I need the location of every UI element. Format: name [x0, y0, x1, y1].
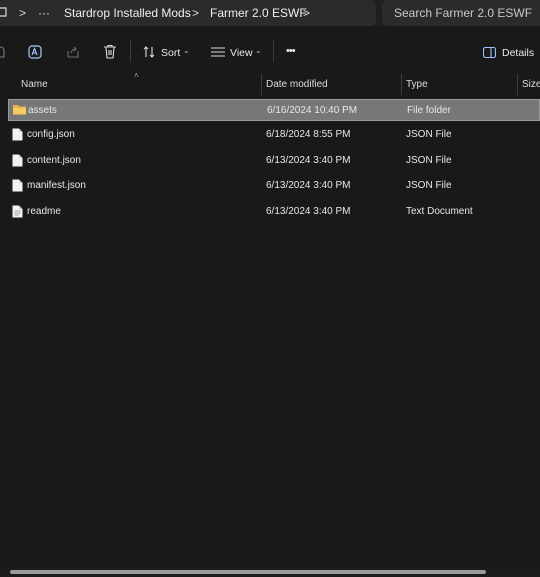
column-size[interactable]: Size: [522, 79, 540, 90]
search-box[interactable]: Search Farmer 2.0 ESWF: [382, 0, 540, 26]
file-type: JSON File: [406, 180, 452, 191]
chevron-right-icon: >: [192, 6, 200, 20]
file-row-assets[interactable]: assets 6/16/2024 10:40 PM File folder: [8, 99, 540, 121]
scrollbar-thumb[interactable]: [10, 570, 486, 574]
file-row-config[interactable]: config.json 6/18/2024 8:55 PM JSON File: [8, 124, 540, 146]
view-button[interactable]: View: [230, 47, 253, 59]
file-icon: [12, 128, 23, 144]
column-divider[interactable]: [261, 74, 262, 95]
chevron-down-icon: ⌄: [183, 46, 190, 55]
monitor-icon[interactable]: [0, 7, 8, 21]
column-divider[interactable]: [401, 74, 402, 95]
file-row-content[interactable]: content.json 6/13/2024 3:40 PM JSON File: [8, 150, 540, 172]
file-icon: [12, 154, 23, 170]
file-name: readme: [27, 206, 61, 217]
file-row-manifest[interactable]: manifest.json 6/13/2024 3:40 PM JSON Fil…: [8, 175, 540, 197]
sort-button[interactable]: Sort: [161, 47, 180, 59]
sort-ascending-icon: ˄: [134, 71, 139, 80]
file-name: config.json: [27, 129, 75, 140]
folder-icon: [13, 104, 26, 118]
toolbar-divider: [273, 40, 274, 62]
address-bar-area: > ··· Stardrop Installed Mods > Farmer 2…: [0, 0, 540, 26]
chevron-right-icon: >: [303, 6, 311, 20]
file-name: assets: [28, 105, 57, 116]
file-date: 6/13/2024 3:40 PM: [266, 206, 351, 217]
file-date: 6/16/2024 10:40 PM: [267, 105, 358, 116]
delete-icon[interactable]: [103, 44, 117, 62]
sort-icon[interactable]: [143, 46, 156, 61]
search-input[interactable]: Search Farmer 2.0 ESWF: [394, 6, 532, 20]
toolbar-divider: [130, 40, 131, 62]
view-icon[interactable]: [211, 47, 225, 60]
address-bar[interactable]: > ··· Stardrop Installed Mods > Farmer 2…: [0, 0, 376, 26]
file-type: JSON File: [406, 129, 452, 140]
details-pane-icon[interactable]: [482, 46, 497, 61]
breadcrumb-item-farmer[interactable]: Farmer 2.0 ESWF: [210, 6, 307, 20]
column-name[interactable]: Name: [21, 79, 48, 90]
text-file-icon: [12, 205, 23, 221]
breadcrumb-overflow[interactable]: ···: [38, 6, 50, 20]
file-name: manifest.json: [27, 180, 86, 191]
rename-icon[interactable]: [28, 45, 42, 62]
chevron-right-icon: >: [19, 6, 27, 20]
chevron-down-icon: ⌄: [255, 46, 262, 55]
new-item-icon[interactable]: [0, 46, 5, 61]
column-header-row: ˄ Name Date modified Type Size: [0, 71, 540, 95]
file-date: 6/13/2024 3:40 PM: [266, 155, 351, 166]
file-date: 6/13/2024 3:40 PM: [266, 180, 351, 191]
column-type[interactable]: Type: [406, 79, 428, 90]
details-button[interactable]: Details: [502, 47, 534, 59]
command-bar: Sort ⌄ View ⌄ ••• Details: [0, 30, 540, 74]
file-date: 6/18/2024 8:55 PM: [266, 129, 351, 140]
file-type: Text Document: [406, 206, 473, 217]
file-type: JSON File: [406, 155, 452, 166]
column-divider[interactable]: [517, 74, 518, 95]
file-type: File folder: [407, 105, 451, 116]
share-icon[interactable]: [66, 45, 80, 62]
breadcrumb-item-stardrop[interactable]: Stardrop Installed Mods: [64, 6, 191, 20]
file-icon: [12, 179, 23, 195]
more-options-button[interactable]: •••: [286, 45, 296, 57]
file-name: content.json: [27, 155, 81, 166]
file-row-readme[interactable]: readme 6/13/2024 3:40 PM Text Document: [8, 201, 540, 223]
column-date-modified[interactable]: Date modified: [266, 79, 328, 90]
